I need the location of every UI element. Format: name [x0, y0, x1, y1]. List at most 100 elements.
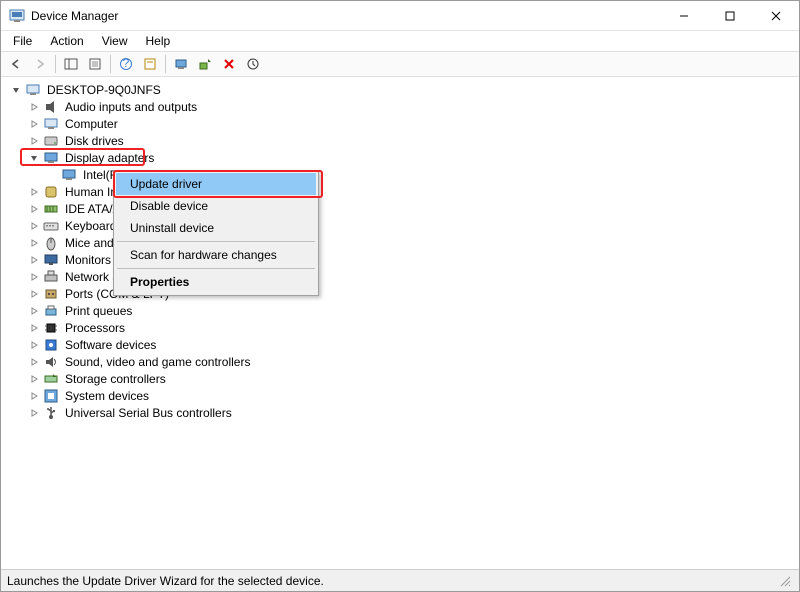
monitor-icon [43, 252, 59, 268]
computer-icon [25, 82, 41, 98]
disable-button[interactable] [242, 53, 264, 75]
tree-item-label: Monitors [63, 253, 113, 267]
ide-icon [43, 201, 59, 217]
svg-text:?: ? [123, 57, 130, 70]
tree-root-label: DESKTOP-9Q0JNFS [45, 83, 163, 97]
chevron-right-icon[interactable] [27, 219, 41, 233]
chevron-right-icon[interactable] [27, 100, 41, 114]
close-button[interactable] [753, 1, 799, 31]
network-icon [43, 269, 59, 285]
chevron-right-icon[interactable] [27, 304, 41, 318]
menu-view[interactable]: View [94, 32, 136, 50]
disk-icon [43, 133, 59, 149]
chevron-down-icon[interactable] [9, 83, 23, 97]
display-icon [43, 150, 59, 166]
toolbar: ? [1, 51, 799, 77]
tree-item[interactable]: Print queues [5, 302, 799, 319]
cpu-icon [43, 320, 59, 336]
status-text: Launches the Update Driver Wizard for th… [7, 574, 324, 588]
scan-button[interactable] [170, 53, 192, 75]
chevron-right-icon[interactable] [27, 134, 41, 148]
chevron-right-icon[interactable] [27, 372, 41, 386]
resize-grip[interactable] [777, 573, 793, 589]
tree-item-label: Storage controllers [63, 372, 168, 386]
tree-item-label: Display adapters [63, 151, 156, 165]
tree-item-label: Computer [63, 117, 120, 131]
tree-item-label: Universal Serial Bus controllers [63, 406, 234, 420]
context-menu-separator [117, 268, 315, 269]
window-title: Device Manager [31, 9, 661, 23]
tree-item[interactable]: Computer [5, 115, 799, 132]
computer-icon [43, 116, 59, 132]
tree-item-label: Sound, video and game controllers [63, 355, 252, 369]
context-menu-item[interactable]: Update driver [116, 173, 316, 195]
toolbar-sep-1 [55, 55, 56, 73]
maximize-button[interactable] [707, 1, 753, 31]
tree-item[interactable]: Disk drives [5, 132, 799, 149]
system-icon [43, 388, 59, 404]
menu-action[interactable]: Action [42, 32, 91, 50]
chevron-right-icon[interactable] [27, 270, 41, 284]
uninstall-button[interactable] [218, 53, 240, 75]
chevron-right-icon[interactable] [27, 406, 41, 420]
context-menu-item[interactable]: Disable device [116, 195, 316, 217]
statusbar: Launches the Update Driver Wizard for th… [1, 569, 799, 591]
tree-item[interactable]: Audio inputs and outputs [5, 98, 799, 115]
chevron-right-icon[interactable] [27, 236, 41, 250]
chevron-down-icon[interactable] [27, 151, 41, 165]
audio-icon [43, 99, 59, 115]
usb-icon [43, 405, 59, 421]
show-hide-tree-button[interactable] [60, 53, 82, 75]
back-button[interactable] [5, 53, 27, 75]
tree-item[interactable]: Storage controllers [5, 370, 799, 387]
tree-item[interactable]: Display adapters [5, 149, 799, 166]
forward-button[interactable] [29, 53, 51, 75]
tree-item-label: Audio inputs and outputs [63, 100, 199, 114]
update-driver-button[interactable] [194, 53, 216, 75]
chevron-right-icon[interactable] [27, 185, 41, 199]
context-menu: Update driverDisable deviceUninstall dev… [113, 170, 319, 296]
chevron-right-icon[interactable] [27, 287, 41, 301]
menu-help[interactable]: Help [138, 32, 179, 50]
chevron-right-icon[interactable] [27, 253, 41, 267]
chevron-right-icon[interactable] [27, 117, 41, 131]
chevron-right-icon[interactable] [27, 338, 41, 352]
tree-root[interactable]: DESKTOP-9Q0JNFS [5, 81, 799, 98]
minimize-button[interactable] [661, 1, 707, 31]
tree-item[interactable]: System devices [5, 387, 799, 404]
tree-item[interactable]: Universal Serial Bus controllers [5, 404, 799, 421]
tree-item-label: Print queues [63, 304, 134, 318]
chevron-right-icon[interactable] [27, 355, 41, 369]
properties-button[interactable] [84, 53, 106, 75]
storage-icon [43, 371, 59, 387]
toolbar-sep-2 [110, 55, 111, 73]
chevron-right-icon[interactable] [27, 202, 41, 216]
hid-icon [43, 184, 59, 200]
toolbar-sep-3 [165, 55, 166, 73]
sound-icon [43, 354, 59, 370]
tree-item[interactable]: Processors [5, 319, 799, 336]
context-menu-item[interactable]: Properties [116, 271, 316, 293]
keyboard-icon [43, 218, 59, 234]
software-icon [43, 337, 59, 353]
tree-item-label: System devices [63, 389, 151, 403]
action-button[interactable] [139, 53, 161, 75]
tree-item-label: Software devices [63, 338, 158, 352]
app-icon [9, 8, 25, 24]
tree-item[interactable]: Sound, video and game controllers [5, 353, 799, 370]
chevron-right-icon[interactable] [27, 321, 41, 335]
context-menu-item[interactable]: Uninstall device [116, 217, 316, 239]
mouse-icon [43, 235, 59, 251]
menu-file[interactable]: File [5, 32, 40, 50]
chevron-right-icon[interactable] [27, 389, 41, 403]
titlebar: Device Manager [1, 1, 799, 31]
context-menu-item[interactable]: Scan for hardware changes [116, 244, 316, 266]
tree-item-label: Processors [63, 321, 127, 335]
menubar: File Action View Help [1, 31, 799, 51]
help-button[interactable]: ? [115, 53, 137, 75]
tree-item[interactable]: Software devices [5, 336, 799, 353]
display-icon [61, 167, 77, 183]
printer-icon [43, 303, 59, 319]
device-tree[interactable]: DESKTOP-9Q0JNFS Audio inputs and outputs… [1, 77, 799, 569]
tree-item-label: Disk drives [63, 134, 126, 148]
